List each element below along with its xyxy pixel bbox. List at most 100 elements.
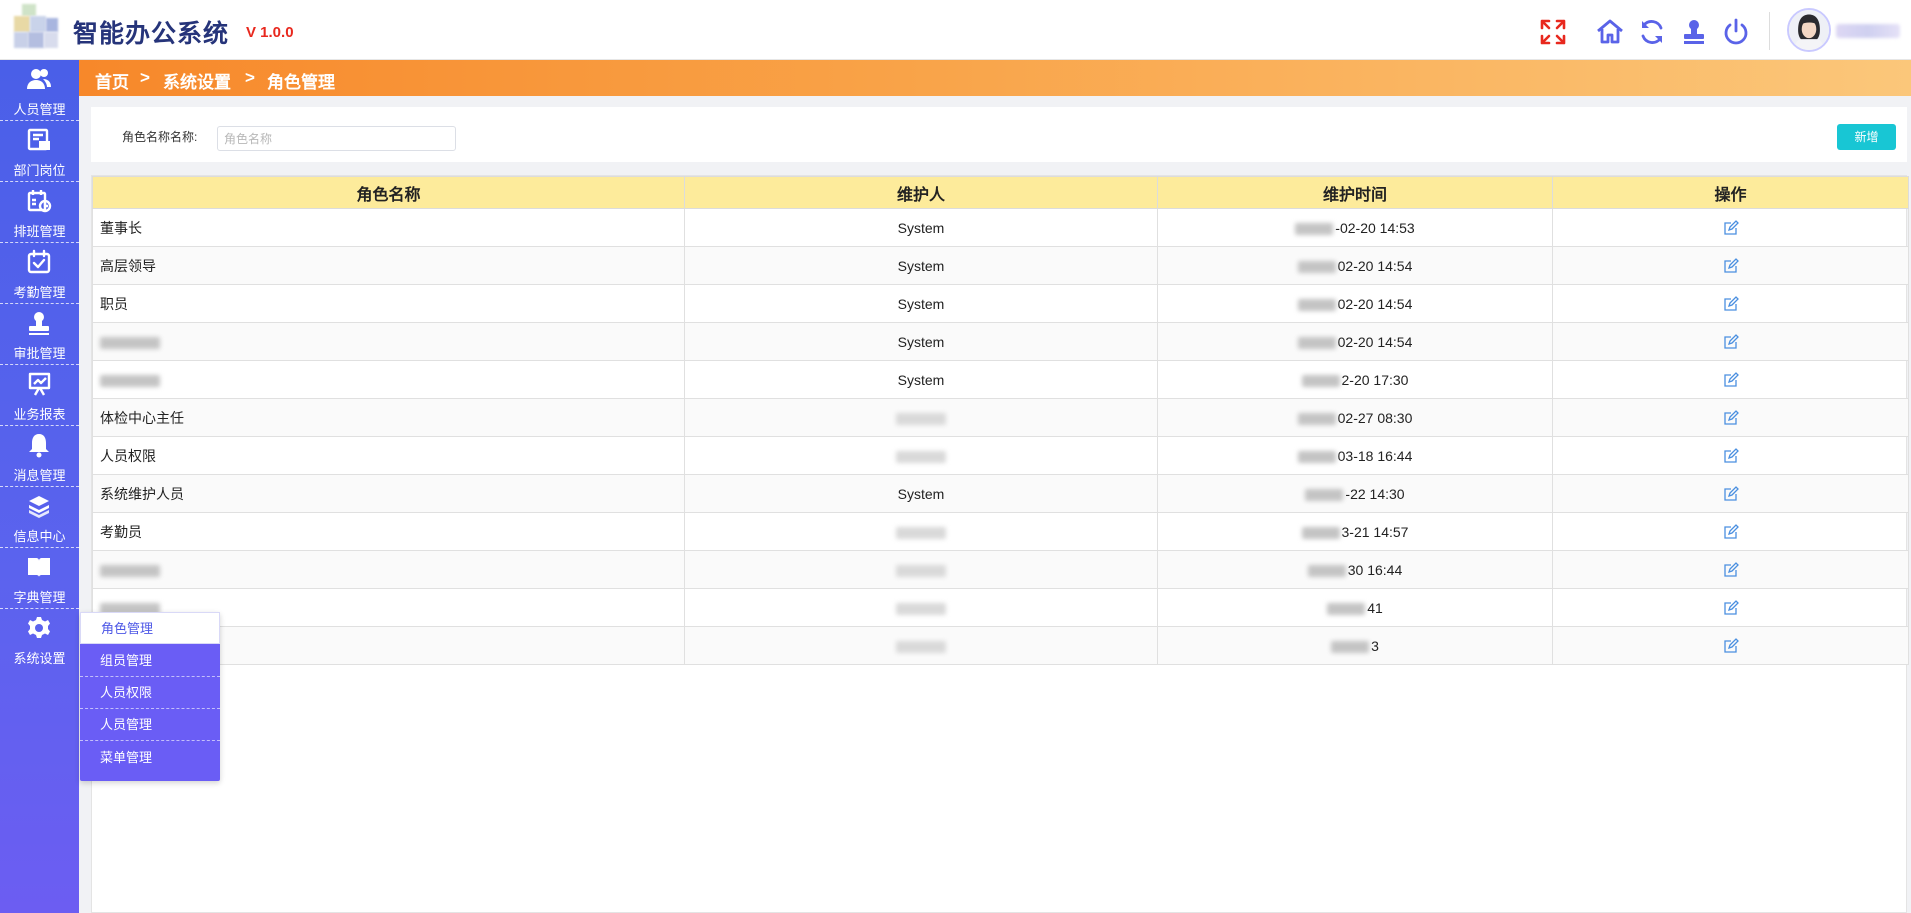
role-name-cell: 人员权限 — [92, 436, 685, 475]
refresh-icon[interactable] — [1637, 17, 1667, 47]
edit-icon[interactable] — [1723, 371, 1739, 387]
sidebar-item-label: 业务报表 — [13, 407, 66, 422]
breadcrumb: 首页 > 系统设置 > 角色管理 — [79, 60, 1911, 96]
main-content: 角色名称名称: 新增 角色名称 维护人 维护时间 操作 董事长 System -02… — [79, 96, 1911, 913]
bell-icon — [29, 434, 49, 458]
sidebar-item-dictionary[interactable]: 字典管理 — [0, 548, 79, 609]
sidebar-item-report[interactable]: 业务报表 — [0, 365, 79, 426]
breadcrumb-separator: > — [245, 68, 255, 87]
layers-icon — [29, 496, 49, 518]
sidebar-item-people[interactable]: 人员管理 — [0, 60, 79, 121]
power-icon[interactable] — [1721, 17, 1751, 47]
header-divider — [1769, 12, 1770, 50]
maintainer-text: System — [897, 333, 945, 350]
submenu-item-menu-management[interactable]: 菜单管理 — [80, 742, 220, 774]
sidebar-item-label: 部门岗位 — [13, 163, 66, 178]
avatar[interactable] — [1787, 8, 1831, 52]
role-name-cell: 职员 — [92, 284, 685, 323]
edit-icon[interactable] — [1723, 333, 1739, 349]
maintain-time-text: 03-18 16:44 — [1337, 447, 1413, 464]
edit-icon[interactable] — [1723, 219, 1739, 235]
maintainer-cell — [684, 436, 1158, 475]
sidebar-item-label: 考勤管理 — [13, 285, 66, 300]
maintainer-cell: System — [684, 474, 1158, 513]
table-row: 人员权限 03-18 16:44 — [92, 436, 1909, 475]
people-icon — [27, 69, 51, 89]
maintain-time-text: 2-20 17:30 — [1341, 371, 1409, 388]
role-name-cell — [92, 550, 685, 589]
sidebar-item-department[interactable]: 部门岗位 — [0, 121, 79, 182]
edit-icon[interactable] — [1723, 485, 1739, 501]
breadcrumb-separator: > — [140, 68, 150, 87]
maintainer-text: System — [897, 219, 945, 236]
maintain-time-cell: -02-20 14:53 — [1157, 208, 1553, 247]
sidebar-item-label: 系统设置 — [13, 651, 66, 666]
sidebar-item-settings[interactable]: 系统设置 — [0, 609, 79, 670]
maintain-time-text: -22 14:30 — [1345, 485, 1405, 502]
role-name-cell: 考勤员 — [92, 512, 685, 551]
edit-icon[interactable] — [1723, 447, 1739, 463]
maintain-time-cell: 03-18 16:44 — [1157, 436, 1553, 475]
stamp-icon[interactable] — [1679, 17, 1709, 47]
actions-cell — [1552, 284, 1909, 323]
maintain-time-text: 30 16:44 — [1347, 561, 1403, 578]
search-panel: 角色名称名称: 新增 — [91, 107, 1907, 162]
breadcrumb-home[interactable]: 首页 — [95, 68, 129, 93]
home-icon[interactable] — [1595, 17, 1625, 47]
edit-icon[interactable] — [1723, 257, 1739, 273]
edit-icon[interactable] — [1723, 523, 1739, 539]
submenu-item-group-management[interactable]: 组员管理 — [80, 645, 220, 677]
role-name-cell: 董事长 — [92, 208, 685, 247]
maintainer-text: System — [897, 371, 945, 388]
role-name-text: 考勤员 — [100, 523, 142, 540]
submenu-item-personnel-permissions[interactable]: 人员权限 — [80, 677, 220, 709]
maintainer-cell: System — [684, 208, 1158, 247]
maintainer-cell: System — [684, 360, 1158, 399]
edit-icon[interactable] — [1723, 561, 1739, 577]
column-header-actions: 操作 — [1552, 176, 1909, 209]
edit-icon[interactable] — [1723, 599, 1739, 615]
sidebar: 人员管理 部门岗位 排班管理 考勤管理 审批管理 业务报表 消息管理 信息中心 … — [0, 60, 79, 913]
sidebar-item-info-center[interactable]: 信息中心 — [0, 487, 79, 548]
edit-icon[interactable] — [1723, 295, 1739, 311]
actions-cell — [1552, 626, 1909, 665]
role-name-text: 职员 — [100, 295, 128, 312]
maintainer-cell — [684, 550, 1158, 589]
table-row: 30 16:44 — [92, 550, 1909, 589]
role-name-cell: 系统维护人员 — [92, 474, 685, 513]
maintain-time-cell: 30 16:44 — [1157, 550, 1553, 589]
settings-submenu: 角色管理 组员管理 人员权限 人员管理 菜单管理 — [80, 612, 220, 781]
maintain-time-cell: 2-20 17:30 — [1157, 360, 1553, 399]
maintain-time-text: 02-20 14:54 — [1337, 333, 1413, 350]
maintainer-cell — [684, 512, 1158, 551]
app-title: 智能办公系统 — [73, 20, 230, 48]
maintain-time-cell: 41 — [1157, 588, 1553, 627]
add-button[interactable]: 新增 — [1837, 124, 1896, 150]
maintain-time-cell: 3 — [1157, 626, 1553, 665]
fullscreen-icon[interactable] — [1538, 17, 1568, 47]
breadcrumb-system-settings[interactable]: 系统设置 — [163, 68, 231, 93]
maintain-time-cell: 3-21 14:57 — [1157, 512, 1553, 551]
maintain-time-text: 3-21 14:57 — [1341, 523, 1409, 540]
actions-cell — [1552, 588, 1909, 627]
actions-cell — [1552, 208, 1909, 247]
username-label — [1836, 24, 1900, 38]
submenu-item-role-management[interactable]: 角色管理 — [80, 612, 220, 644]
maintain-time-text: 02-20 14:54 — [1337, 295, 1413, 312]
sidebar-item-approval[interactable]: 审批管理 — [0, 304, 79, 365]
breadcrumb-role-management: 角色管理 — [267, 73, 335, 92]
maintain-time-cell: 02-20 14:54 — [1157, 284, 1553, 323]
submenu-item-personnel-management[interactable]: 人员管理 — [80, 709, 220, 741]
report-icon — [28, 372, 51, 396]
role-name-text: 董事长 — [100, 219, 142, 236]
role-name-text: 人员权限 — [100, 447, 156, 464]
role-name-search-input[interactable] — [217, 126, 456, 151]
table-row: 职员 System 02-20 14:54 — [92, 284, 1909, 323]
edit-icon[interactable] — [1723, 637, 1739, 653]
edit-icon[interactable] — [1723, 409, 1739, 425]
actions-cell — [1552, 474, 1909, 513]
sidebar-item-message[interactable]: 消息管理 — [0, 426, 79, 487]
sidebar-item-attendance[interactable]: 考勤管理 — [0, 243, 79, 304]
table-row: 体检中心主任 02-27 08:30 — [92, 398, 1909, 437]
sidebar-item-schedule[interactable]: 排班管理 — [0, 182, 79, 243]
